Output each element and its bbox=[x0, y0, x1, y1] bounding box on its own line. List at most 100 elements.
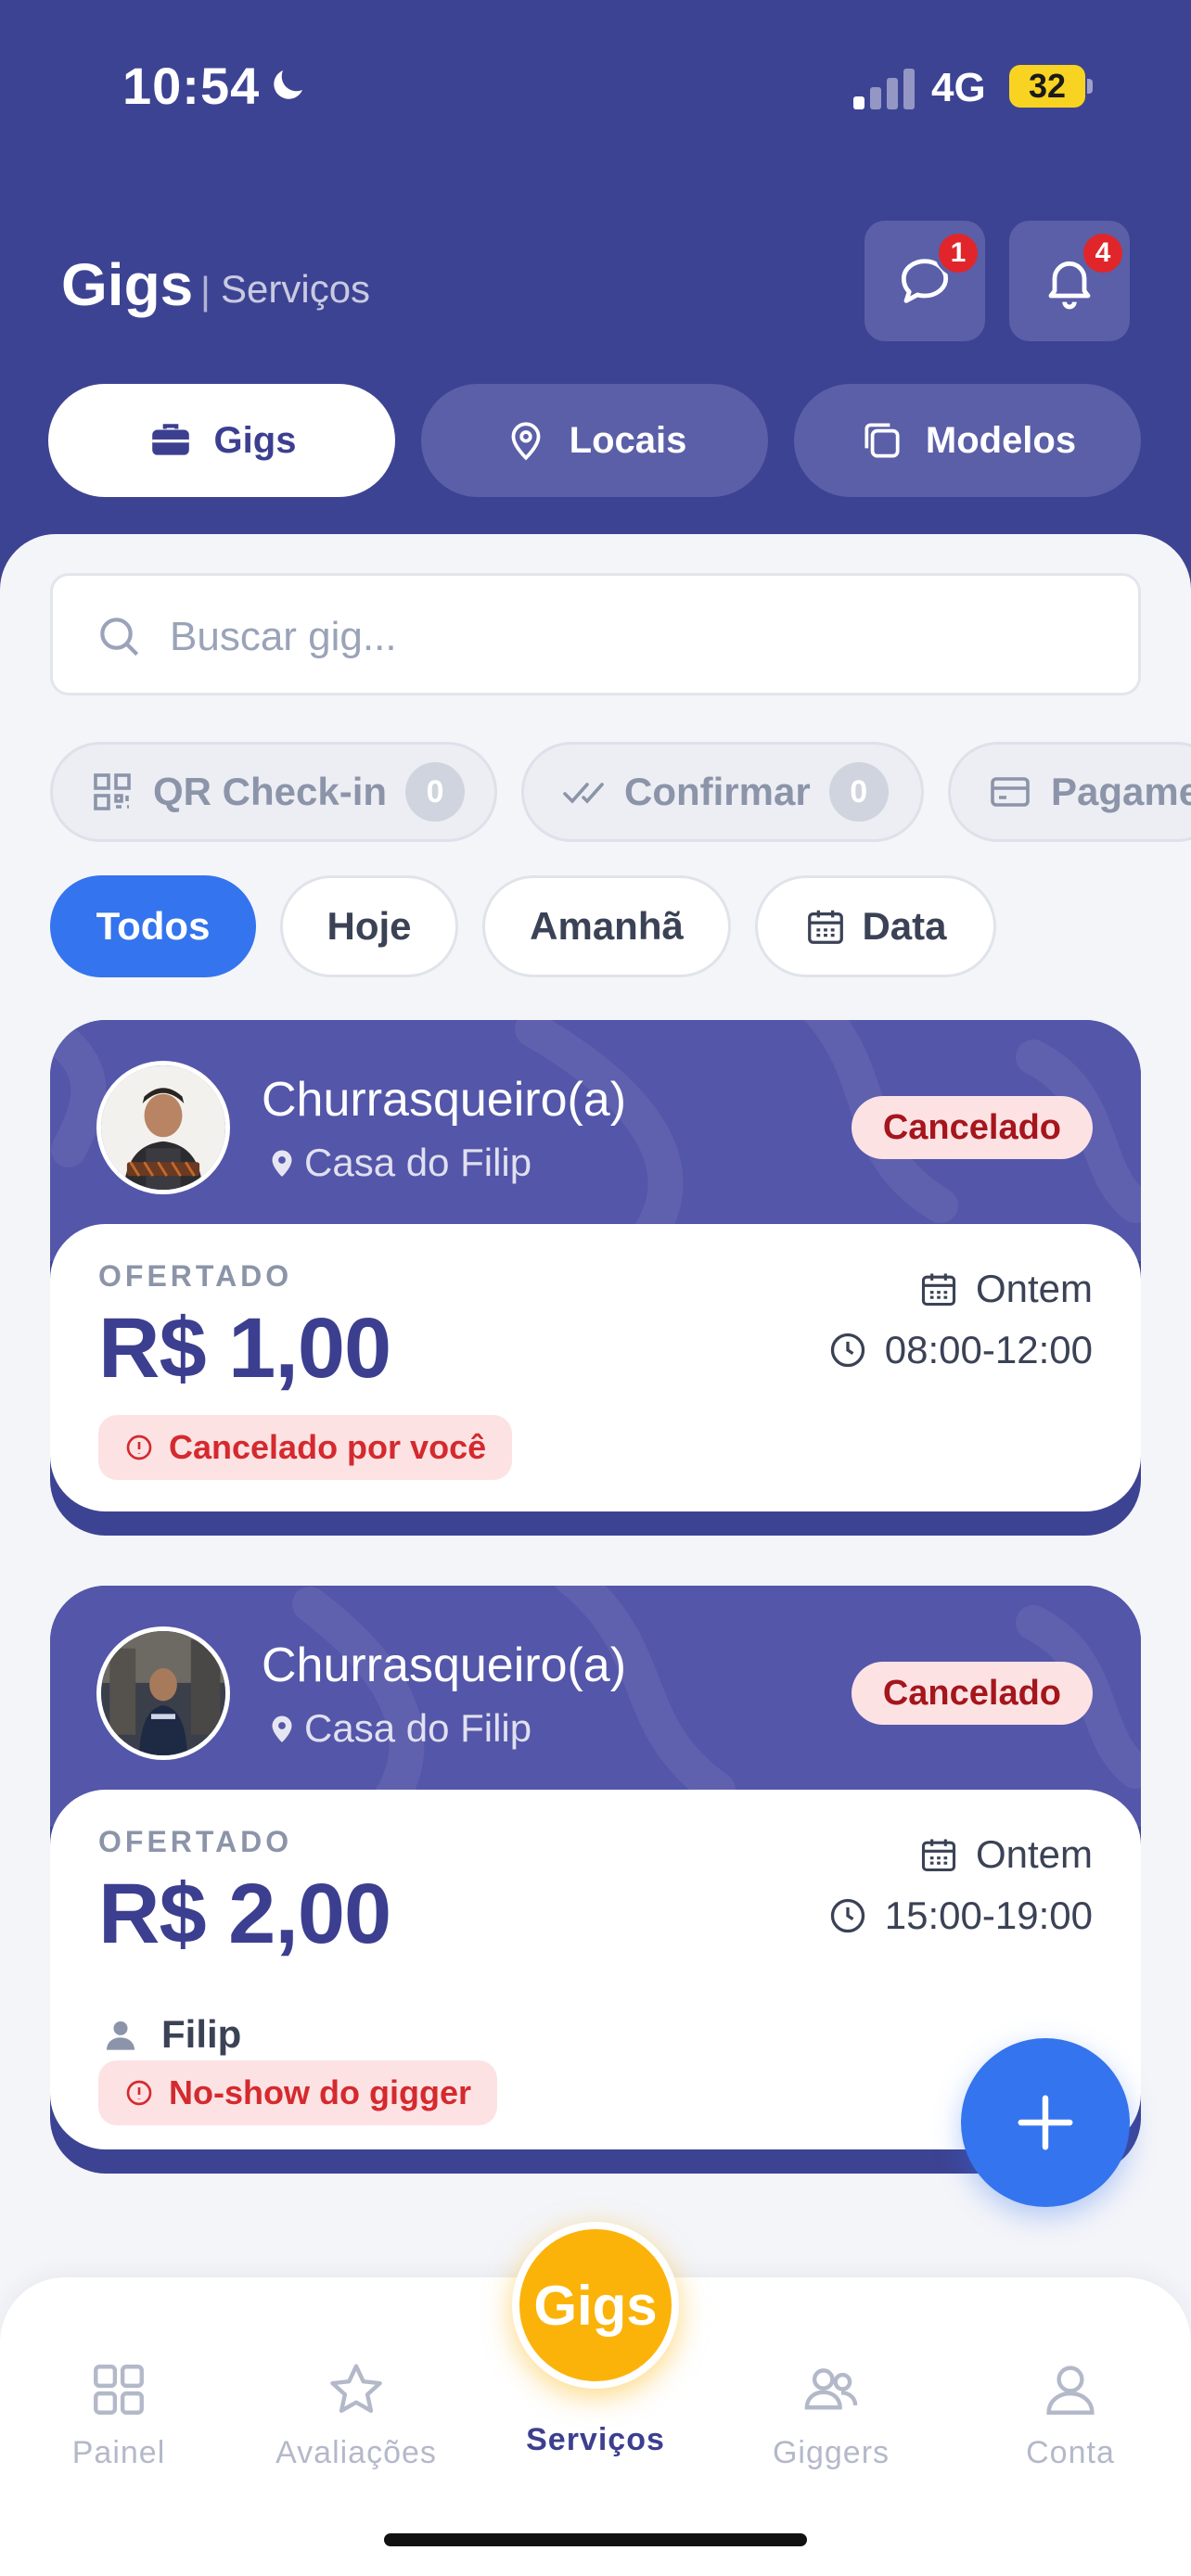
avatar bbox=[96, 1061, 230, 1194]
avatar-person-image bbox=[101, 1631, 225, 1755]
grid-icon bbox=[94, 2365, 144, 2415]
notifications-button[interactable]: 4 bbox=[1009, 221, 1130, 341]
nav-painel[interactable]: Painel bbox=[17, 2359, 221, 2471]
cancel-note-text: Cancelado por você bbox=[169, 1428, 487, 1466]
nav-avaliacoes-label: Avaliações bbox=[275, 2435, 437, 2470]
noshow-note-text: No-show do gigger bbox=[169, 2073, 471, 2111]
credit-card-icon bbox=[991, 777, 1030, 807]
gig-card[interactable]: Churrasqueiro(a) Casa do Filip Cancelado… bbox=[50, 1020, 1141, 1536]
location-pin-icon bbox=[272, 1715, 292, 1742]
calendar-icon bbox=[921, 1839, 956, 1872]
gig-time: 15:00-19:00 bbox=[827, 1894, 1093, 1938]
gig-time: 08:00-12:00 bbox=[827, 1328, 1093, 1372]
nav-giggers-label: Giggers bbox=[772, 2435, 890, 2470]
qr-checkin-filter[interactable]: QR Check-in 0 bbox=[50, 742, 497, 842]
gig-location: Casa do Filip bbox=[304, 1141, 532, 1184]
avatar-chef-image bbox=[101, 1065, 225, 1190]
users-icon bbox=[804, 2368, 858, 2410]
nav-servicos[interactable]: Serviços bbox=[493, 2422, 698, 2458]
gig-date: Ontem bbox=[918, 1267, 1093, 1311]
status-badge: Cancelado bbox=[851, 1662, 1093, 1725]
tab-modelos-label: Modelos bbox=[925, 419, 1077, 461]
pagamentos-label: Pagamentos bbox=[1051, 770, 1191, 813]
gig-role: Churrasqueiro(a) bbox=[262, 1639, 627, 1692]
gig-role: Churrasqueiro(a) bbox=[262, 1073, 627, 1127]
search-input[interactable] bbox=[170, 598, 1097, 676]
nav-conta[interactable]: Conta bbox=[968, 2359, 1172, 2471]
tab-locais[interactable]: Locais bbox=[421, 384, 768, 497]
nav-conta-label: Conta bbox=[1026, 2435, 1115, 2470]
tab-gigs-label: Gigs bbox=[213, 419, 297, 461]
person-icon bbox=[107, 2021, 134, 2050]
pagamentos-filter[interactable]: Pagamentos bbox=[948, 742, 1191, 842]
chat-button[interactable]: 1 bbox=[864, 221, 985, 341]
battery-cap bbox=[1087, 79, 1093, 94]
nav-painel-label: Painel bbox=[71, 2435, 166, 2470]
tab-gigs[interactable]: Gigs bbox=[48, 384, 395, 497]
qr-code-icon bbox=[94, 773, 131, 810]
nav-avaliacoes[interactable]: Avaliações bbox=[254, 2359, 458, 2471]
filter-todos-label: Todos bbox=[96, 904, 211, 948]
confirmar-count: 0 bbox=[828, 762, 889, 822]
network-type: 4G bbox=[931, 65, 986, 110]
gigs-center-button[interactable]: Gigs bbox=[512, 2222, 679, 2389]
gig-time-text: 08:00-12:00 bbox=[884, 1328, 1093, 1371]
cancel-note: Cancelado por você bbox=[98, 1415, 513, 1480]
nav-giggers[interactable]: Giggers bbox=[729, 2359, 933, 2471]
page-title: Gigs bbox=[61, 251, 194, 318]
gigs-center-label: Gigs bbox=[533, 2274, 658, 2337]
assigned-gigger-name: Filip bbox=[161, 2012, 242, 2056]
double-check-icon bbox=[563, 783, 604, 804]
page-subtitle: Serviços bbox=[221, 267, 371, 311]
cellular-signal-icon bbox=[853, 69, 915, 109]
tab-locais-label: Locais bbox=[569, 419, 687, 461]
map-pin-icon bbox=[511, 422, 541, 461]
gig-price: R$ 1,00 bbox=[98, 1301, 391, 1396]
nav-servicos-label: Serviços bbox=[526, 2422, 665, 2457]
title-separator: | bbox=[200, 269, 211, 312]
filter-hoje[interactable]: Hoje bbox=[280, 875, 458, 977]
battery-indicator: 32 bbox=[1009, 65, 1085, 108]
filter-data-label: Data bbox=[862, 904, 947, 948]
plus-icon bbox=[1018, 2095, 1073, 2150]
gig-date-text: Ontem bbox=[975, 1832, 1093, 1876]
offer-label: OFERTADO bbox=[98, 1825, 293, 1858]
star-icon bbox=[330, 2364, 382, 2414]
clock-icon bbox=[830, 1898, 864, 1933]
status-time: 10:54 bbox=[122, 57, 261, 115]
status-badge: Cancelado bbox=[851, 1096, 1093, 1159]
location-pin-icon bbox=[272, 1150, 292, 1177]
gig-time-text: 15:00-19:00 bbox=[884, 1894, 1093, 1937]
gig-date-text: Ontem bbox=[975, 1267, 1093, 1310]
qr-checkin-count: 0 bbox=[405, 762, 466, 822]
briefcase-icon bbox=[151, 424, 189, 455]
offer-label: OFERTADO bbox=[98, 1259, 293, 1293]
search-icon bbox=[100, 618, 139, 657]
search-bar[interactable] bbox=[50, 573, 1141, 695]
qr-checkin-label: QR Check-in bbox=[153, 770, 388, 813]
chat-badge: 1 bbox=[935, 230, 981, 276]
avatar bbox=[96, 1626, 230, 1760]
notifications-badge: 4 bbox=[1080, 230, 1126, 276]
gig-price: R$ 2,00 bbox=[98, 1867, 391, 1961]
user-icon bbox=[1046, 2366, 1095, 2415]
confirmar-label: Confirmar bbox=[624, 770, 811, 813]
gig-location: Casa do Filip bbox=[304, 1706, 532, 1750]
confirmar-filter[interactable]: Confirmar 0 bbox=[521, 742, 924, 842]
assigned-gigger[interactable]: Filip bbox=[102, 2012, 241, 2057]
filter-hoje-label: Hoje bbox=[327, 904, 412, 948]
noshow-note: No-show do gigger bbox=[98, 2060, 497, 2125]
tab-modelos[interactable]: Modelos bbox=[794, 384, 1141, 497]
filter-data[interactable]: Data bbox=[755, 875, 996, 977]
clock-icon bbox=[830, 1333, 864, 1368]
moon-icon bbox=[274, 70, 302, 99]
filter-todos[interactable]: Todos bbox=[50, 875, 256, 977]
info-icon bbox=[126, 2080, 152, 2106]
filter-amanha[interactable]: Amanhã bbox=[482, 875, 731, 977]
copy-icon bbox=[864, 423, 900, 458]
info-icon bbox=[126, 1435, 152, 1460]
calendar-icon bbox=[808, 910, 844, 944]
add-gig-button[interactable] bbox=[961, 2038, 1130, 2207]
card-body: OFERTADO R$ 1,00 Ontem 08:00-12:00 Cance… bbox=[50, 1224, 1141, 1511]
filter-amanha-label: Amanhã bbox=[530, 904, 684, 948]
